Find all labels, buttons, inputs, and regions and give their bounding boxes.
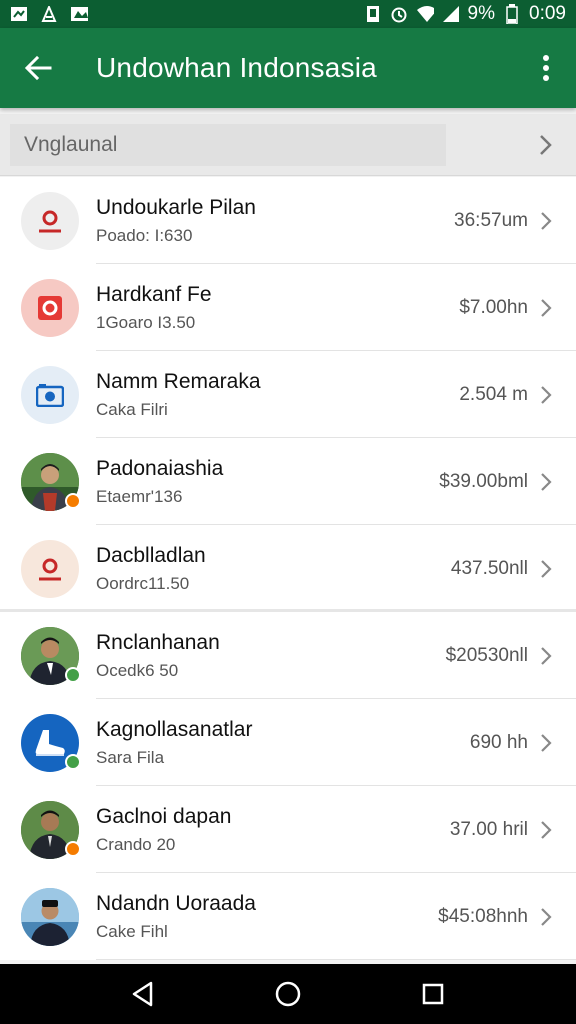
chevron-right-icon	[534, 467, 558, 497]
wifi-icon	[416, 6, 434, 22]
chevron-right-icon	[534, 206, 558, 236]
notification-icon	[10, 6, 28, 22]
avatar	[21, 800, 81, 859]
chevron-right-icon	[534, 815, 558, 845]
rounded-square-icon	[38, 295, 62, 320]
avatar	[21, 365, 79, 424]
avatar	[21, 626, 81, 685]
item-title: Undoukarle Pilan	[96, 195, 256, 219]
item-subtitle: Sara Fila	[96, 747, 165, 767]
camera-icon	[36, 383, 64, 407]
list-item[interactable]: Kagnollasanatlar Sara Fila 690 hh	[0, 699, 576, 786]
item-value: $45:08hnh	[438, 905, 528, 927]
item-title: Kagnollasanatlar	[96, 717, 253, 741]
profile-icon	[39, 558, 61, 580]
item-value: 36:57um	[454, 209, 528, 231]
item-title: Rnclanhanan	[96, 630, 220, 654]
avatar	[21, 452, 81, 511]
list-item[interactable]: Rnclanhanan Ocedk6 50 $20530nll	[0, 612, 576, 699]
notification-icon	[40, 6, 58, 22]
item-title: Padonaiashia	[96, 456, 224, 480]
app-bar: Undowhan Indonsasia	[0, 28, 576, 108]
list-item[interactable]: Undoukarle Pilan Poado: I:630 36:57um	[0, 177, 576, 264]
list-item[interactable]: Ndandn Uoraada Cake Fihl $45:08hnh	[0, 873, 576, 960]
list-item[interactable]: Namm Remaraka Caka Filri 2.504 m	[0, 351, 576, 438]
list-item[interactable]: Gaclnoi dapan Crando 20 37.00 hril	[0, 786, 576, 873]
category-selector[interactable]: Vnglaunal	[0, 114, 576, 176]
chevron-right-icon	[534, 902, 558, 932]
category-label: Vnglaunal	[10, 123, 446, 166]
back-triangle-icon	[132, 981, 152, 1007]
item-value: $20530nll	[445, 644, 528, 666]
item-subtitle: Caka Filri	[96, 399, 168, 419]
item-subtitle: Poado: I:630	[96, 225, 193, 245]
profile-icon	[39, 210, 61, 232]
avatar	[21, 278, 79, 337]
item-value: 690 hh	[469, 731, 528, 753]
item-title: Gaclnoi dapan	[96, 804, 232, 828]
battery-icon	[503, 4, 521, 24]
alarm-icon	[390, 6, 408, 23]
page-title: Undowhan Indonsasia	[96, 52, 377, 83]
status-badge	[65, 840, 81, 857]
home-circle-icon	[275, 981, 301, 1007]
nav-home-button[interactable]	[258, 964, 318, 1024]
battery-percent: 9%	[467, 3, 496, 24]
status-badge	[65, 492, 81, 509]
back-button[interactable]	[0, 28, 76, 108]
item-subtitle: Cake Fihl	[96, 921, 168, 941]
status-bar: 9% 0:09	[0, 0, 576, 28]
recents-square-icon	[423, 983, 444, 1005]
chevron-right-icon	[534, 728, 558, 758]
category-chevron-button[interactable]	[516, 114, 576, 176]
chevron-right-icon	[534, 641, 558, 671]
more-vert-icon	[543, 55, 549, 81]
item-value: 2.504 m	[459, 383, 528, 405]
avatar	[21, 539, 79, 598]
item-value: $7.00hn	[459, 296, 528, 318]
chevron-right-icon	[540, 134, 552, 155]
list-item[interactable]: Hardkanf Fe 1Goaro I3.50 $7.00hn	[0, 264, 576, 351]
notification-icons	[10, 6, 88, 22]
avatar	[21, 191, 79, 250]
more-options-button[interactable]	[516, 28, 576, 108]
item-title: Dacblladlan	[96, 543, 206, 567]
status-badge	[65, 666, 81, 683]
status-badge	[65, 753, 81, 770]
item-subtitle: Ocedk6 50	[96, 660, 179, 680]
nav-back-button[interactable]	[113, 964, 173, 1024]
item-value: $39.00bml	[439, 470, 528, 492]
notification-icon	[70, 6, 88, 22]
list-item[interactable]: Dacblladlan Oordrc11.50 437.50nll	[0, 525, 576, 612]
navigation-bar	[0, 964, 576, 1024]
item-value: 437.50nll	[450, 557, 528, 579]
item-subtitle: 1Goaro I3.50	[96, 312, 196, 332]
item-title: Namm Remaraka	[96, 369, 261, 393]
nav-recents-button[interactable]	[403, 964, 463, 1024]
avatar	[21, 713, 81, 772]
item-title: Hardkanf Fe	[96, 282, 212, 306]
chevron-right-icon	[534, 293, 558, 323]
notification-icon	[364, 6, 382, 22]
chevron-right-icon	[534, 380, 558, 410]
arrow-back-icon	[24, 55, 52, 81]
avatar-photo	[21, 887, 79, 946]
item-subtitle: Etaemr'136	[96, 486, 183, 506]
foot-icon	[35, 729, 65, 756]
item-subtitle: Crando 20	[96, 834, 176, 854]
clock: 0:09	[529, 3, 566, 24]
item-subtitle: Oordrc11.50	[96, 573, 190, 593]
item-list: Undoukarle Pilan Poado: I:630 36:57um Ha…	[0, 177, 576, 960]
list-item[interactable]: Padonaiashia Etaemr'136 $39.00bml	[0, 438, 576, 525]
avatar	[21, 887, 79, 946]
item-title: Ndandn Uoraada	[96, 891, 256, 915]
item-value: 37.00 hril	[449, 818, 528, 840]
chevron-right-icon	[534, 554, 558, 584]
signal-icon	[442, 6, 460, 22]
